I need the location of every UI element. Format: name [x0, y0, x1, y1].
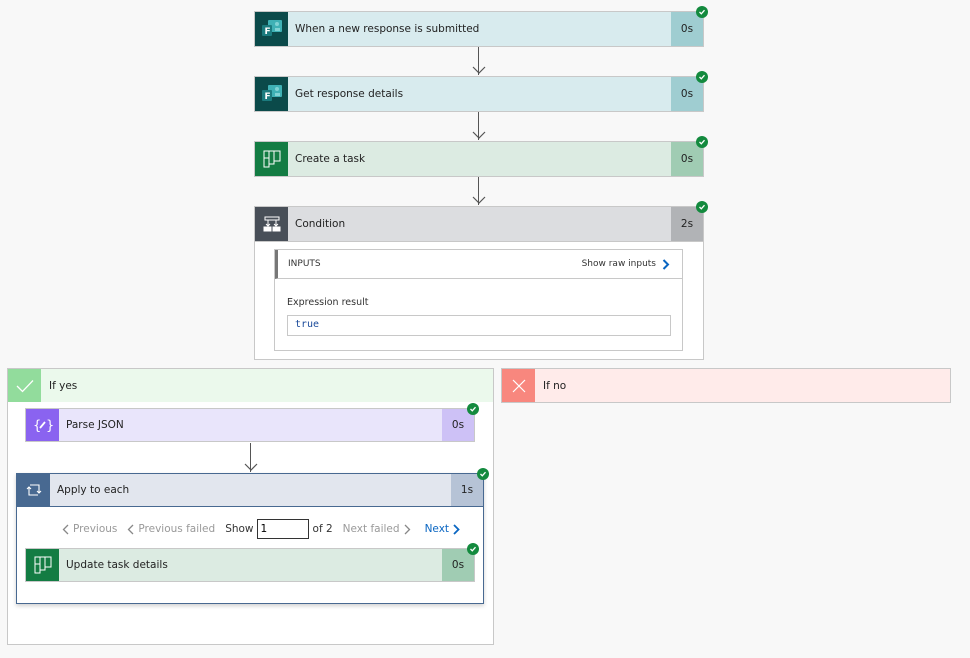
step-title: Create a task	[288, 142, 671, 176]
svg-text:{: {	[33, 419, 41, 434]
step-title: Apply to each	[50, 474, 451, 506]
success-check-icon	[467, 543, 479, 555]
step-title: Get response details	[288, 77, 671, 111]
forms-icon: F	[255, 77, 288, 111]
iteration-input[interactable]	[256, 519, 309, 539]
chevron-right-icon	[662, 258, 670, 270]
success-check-icon	[467, 403, 479, 415]
planner-icon	[26, 549, 59, 581]
svg-text:F: F	[264, 92, 270, 102]
step-card-update-task[interactable]: Update task details 0s	[25, 548, 475, 582]
success-check-icon	[696, 6, 708, 18]
iteration-pager: Previous Previous failed Show of 2 Next …	[62, 518, 460, 540]
step-title: Parse JSON	[59, 409, 442, 441]
flow-arrow	[244, 443, 258, 473]
parse-json-icon: {}	[26, 409, 59, 441]
success-check-icon	[696, 201, 708, 213]
step-card-trigger[interactable]: F When a new response is submitted 0s	[254, 11, 704, 47]
if-no-label: If no	[543, 379, 567, 392]
if-yes-header[interactable]: If yes	[8, 369, 493, 402]
show-raw-inputs-link[interactable]: Show raw inputs	[581, 258, 670, 270]
svg-text:}: }	[46, 419, 53, 434]
previous-button[interactable]: Previous	[62, 523, 117, 535]
step-card-condition[interactable]: Condition 2s	[254, 206, 704, 242]
inputs-header: INPUTS Show raw inputs	[275, 250, 682, 279]
loop-icon	[17, 474, 50, 506]
chevron-right-icon	[404, 524, 410, 534]
chevron-left-icon	[127, 524, 134, 534]
planner-icon	[255, 142, 288, 176]
flow-arrow	[472, 112, 486, 141]
next-failed-button[interactable]: Next failed	[343, 523, 411, 535]
next-button[interactable]: Next	[425, 523, 460, 535]
step-card-create-task[interactable]: Create a task 0s	[254, 141, 704, 177]
step-title: Update task details	[59, 549, 442, 581]
total-iterations: of 2	[312, 523, 333, 535]
svg-text:F: F	[264, 27, 270, 37]
step-title: When a new response is submitted	[288, 12, 671, 46]
forms-icon: F	[255, 12, 288, 46]
success-check-icon	[477, 468, 489, 480]
step-card-apply-to-each[interactable]: Apply to each 1s	[16, 473, 484, 507]
condition-icon	[255, 207, 288, 241]
flow-arrow	[472, 47, 486, 76]
if-no-branch[interactable]: If no	[501, 368, 951, 403]
flow-arrow	[472, 177, 486, 206]
chevron-right-icon	[453, 523, 460, 535]
previous-failed-button[interactable]: Previous failed	[127, 523, 215, 535]
success-check-icon	[696, 71, 708, 83]
expression-result-value: true	[287, 315, 671, 336]
step-title: Condition	[288, 207, 671, 241]
chevron-left-icon	[62, 524, 69, 534]
step-card-get-response[interactable]: F Get response details 0s	[254, 76, 704, 112]
show-label: Show	[225, 523, 254, 535]
step-duration: 1s	[451, 474, 483, 506]
success-check-icon	[696, 136, 708, 148]
checkmark-icon	[8, 369, 41, 402]
close-x-icon	[502, 369, 535, 402]
inputs-panel: INPUTS Show raw inputs Expression result…	[274, 249, 683, 351]
if-yes-label: If yes	[49, 379, 78, 392]
expression-result-label: Expression result	[287, 297, 369, 308]
show-raw-inputs-label: Show raw inputs	[581, 259, 656, 269]
step-card-parse-json[interactable]: {} Parse JSON 0s	[25, 408, 475, 442]
inputs-label: INPUTS	[288, 259, 321, 269]
